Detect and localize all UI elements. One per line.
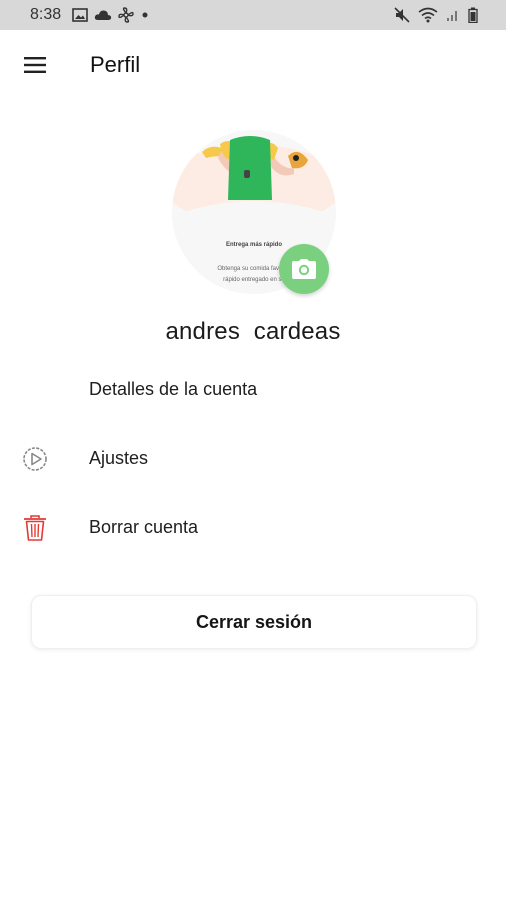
menu-item-account-details[interactable]: Detalles de la cuenta <box>0 360 506 420</box>
status-left-icons <box>72 6 150 24</box>
status-right-icons <box>394 6 478 24</box>
menu-item-settings[interactable]: Ajustes <box>0 429 506 489</box>
status-bar: 8:38 <box>0 0 506 30</box>
battery-icon <box>468 7 478 23</box>
logout-button[interactable]: Cerrar sesión <box>31 595 477 649</box>
settings-play-icon <box>23 447 47 471</box>
menu-item-delete-account[interactable]: Borrar cuenta <box>0 498 506 558</box>
fan-icon <box>118 7 134 23</box>
camera-icon <box>292 259 316 279</box>
dot-icon <box>142 12 148 18</box>
mute-icon <box>394 7 410 23</box>
menu-item-label: Detalles de la cuenta <box>89 379 258 399</box>
change-photo-button[interactable] <box>279 244 329 294</box>
app-bar: Perfil <box>0 30 506 100</box>
wifi-icon <box>418 7 438 23</box>
page-title: Perfil <box>90 52 141 77</box>
menu-item-label: Borrar cuenta <box>89 517 199 537</box>
profile-avatar[interactable]: Entrega más rápido Obtenga su comida fav… <box>172 130 336 294</box>
cloud-icon <box>94 10 112 20</box>
hamburger-menu-icon[interactable] <box>22 52 48 78</box>
image-icon <box>72 8 88 22</box>
trash-icon <box>24 515 46 541</box>
signal-icon <box>447 11 457 21</box>
user-name: andres cardeas <box>165 318 341 345</box>
menu-item-label: Ajustes <box>89 448 149 468</box>
status-time: 8:38 <box>30 6 62 23</box>
